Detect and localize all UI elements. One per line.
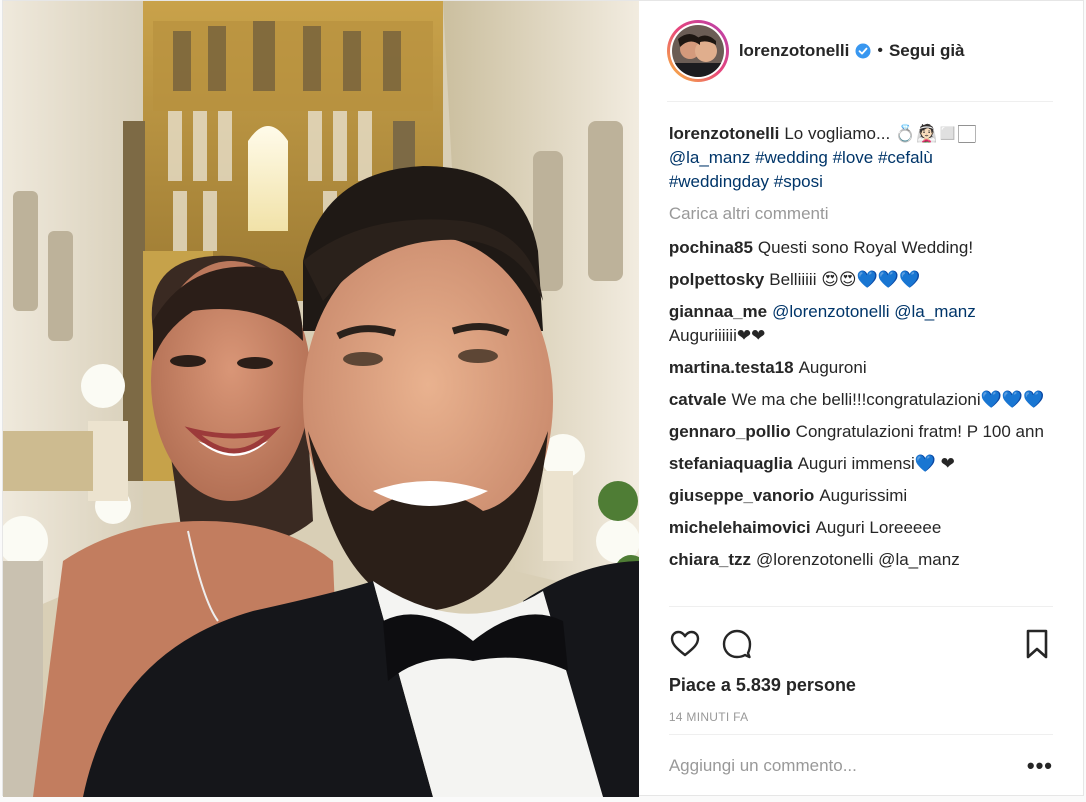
header-separator: •: [877, 42, 883, 59]
hashtag-link[interactable]: #love: [833, 148, 874, 167]
comment-text: Augurissimi: [819, 486, 908, 505]
comment-item: catvale We ma che belli!!!congratulazioni…: [669, 388, 1053, 412]
bookmark-icon: [1026, 629, 1048, 658]
comment-username[interactable]: gennaro_pollio: [669, 422, 791, 441]
hashtag-link[interactable]: #sposi: [774, 172, 823, 191]
caption-text: Lo vogliamo... 💍👰🏻◻️🏻: [784, 124, 976, 143]
load-more-comments-button[interactable]: Carica altri commenti: [669, 202, 1053, 226]
comment-username[interactable]: polpettosky: [669, 270, 764, 289]
likes-count[interactable]: Piace a 5.839 persone: [669, 670, 1053, 700]
comment-button[interactable]: [721, 628, 753, 660]
comment-username[interactable]: giannaa_me: [669, 302, 767, 321]
follow-button[interactable]: Segui già: [889, 41, 965, 61]
add-comment-bar: Aggiungi un commento... •••: [668, 734, 1053, 796]
comment-text: Auguri Loreeeee: [815, 518, 942, 537]
hashtag-link[interactable]: #wedding: [755, 148, 828, 167]
comments-list[interactable]: lorenzotonelli Lo vogliamo... 💍👰🏻◻️🏻 @la_…: [669, 102, 1053, 606]
post-author-username[interactable]: lorenzotonelli: [739, 41, 850, 61]
comment-username[interactable]: stefaniaquaglia: [669, 454, 793, 473]
comment-text: We ma che belli!!!congratulazioni💙💙💙: [731, 390, 1045, 409]
comment-username[interactable]: chiara_tzz: [669, 550, 751, 569]
comment-username[interactable]: michelehaimovici: [669, 518, 811, 537]
post-header: lorenzotonelli • Segui già: [666, 1, 1053, 102]
post-actions-bar: [668, 606, 1053, 670]
comment-item: stefaniaquaglia Auguri immensi💙 ❤: [669, 452, 1053, 476]
heart-icon: [670, 630, 700, 656]
caption-username[interactable]: lorenzotonelli: [669, 124, 780, 143]
comment-username[interactable]: giuseppe_vanorio: [669, 486, 814, 505]
comment-item: chiara_tzz @lorenzotonelli @la_manz: [669, 548, 1053, 572]
like-button[interactable]: [669, 628, 701, 660]
save-button[interactable]: [1021, 628, 1053, 660]
comment-username[interactable]: catvale: [669, 390, 727, 409]
mention-link[interactable]: @la_manz: [669, 148, 751, 167]
comment-bubble-icon: [722, 629, 752, 658]
caption: lorenzotonelli Lo vogliamo... 💍👰🏻◻️🏻 @la_…: [669, 122, 1053, 194]
comment-username[interactable]: martina.testa18: [669, 358, 794, 377]
comment-item: giuseppe_vanorio Augurissimi: [669, 484, 1053, 508]
comment-text: Questi sono Royal Wedding!: [757, 238, 974, 257]
story-ring[interactable]: [666, 20, 729, 82]
comment-text: Auguriiiiii❤❤: [668, 326, 766, 345]
post-side-panel: lorenzotonelli • Segui già lorenzotonell…: [639, 1, 1083, 797]
verified-badge-icon: [855, 43, 871, 59]
comment-item: martina.testa18 Auguroni: [669, 356, 1053, 380]
comment-item: michelehaimovici Auguri Loreeeee: [669, 516, 1053, 540]
comment-item: giannaa_me @lorenzotonelli @la_manz Auguri…: [669, 300, 1053, 348]
post-photo[interactable]: [3, 1, 639, 797]
wedding-selfie-image: [3, 1, 639, 797]
avatar[interactable]: [671, 25, 724, 77]
comment-username[interactable]: pochina85: [669, 238, 753, 257]
more-options-icon[interactable]: •••: [1027, 753, 1053, 779]
add-comment-input[interactable]: Aggiungi un commento...: [669, 756, 1027, 776]
comment-item: pochina85 Questi sono Royal Wedding!: [669, 236, 1053, 260]
comment-text: Auguroni: [798, 358, 867, 377]
comment-mentions[interactable]: @lorenzotonelli @la_manz: [772, 302, 976, 321]
comment-item: polpettosky Belliiiii 😍😍💙💙💙: [669, 268, 1053, 292]
comment-item: gennaro_pollio Congratulazioni fratm! P 1…: [669, 420, 1053, 444]
post-timestamp[interactable]: 14 MINUTI FA: [669, 700, 1053, 734]
comment-mentions[interactable]: @lorenzotonelli @la_manz: [756, 550, 960, 569]
comment-text: Belliiiii 😍😍💙💙💙: [769, 270, 921, 289]
comment-text: Congratulazioni fratm! P 100 ann: [795, 422, 1044, 441]
instagram-post: lorenzotonelli • Segui già lorenzotonell…: [2, 0, 1084, 797]
hashtag-link[interactable]: #cefalù: [878, 148, 933, 167]
comment-text: Auguri immensi💙 ❤: [797, 454, 955, 473]
hashtag-link[interactable]: #weddingday: [669, 172, 769, 191]
